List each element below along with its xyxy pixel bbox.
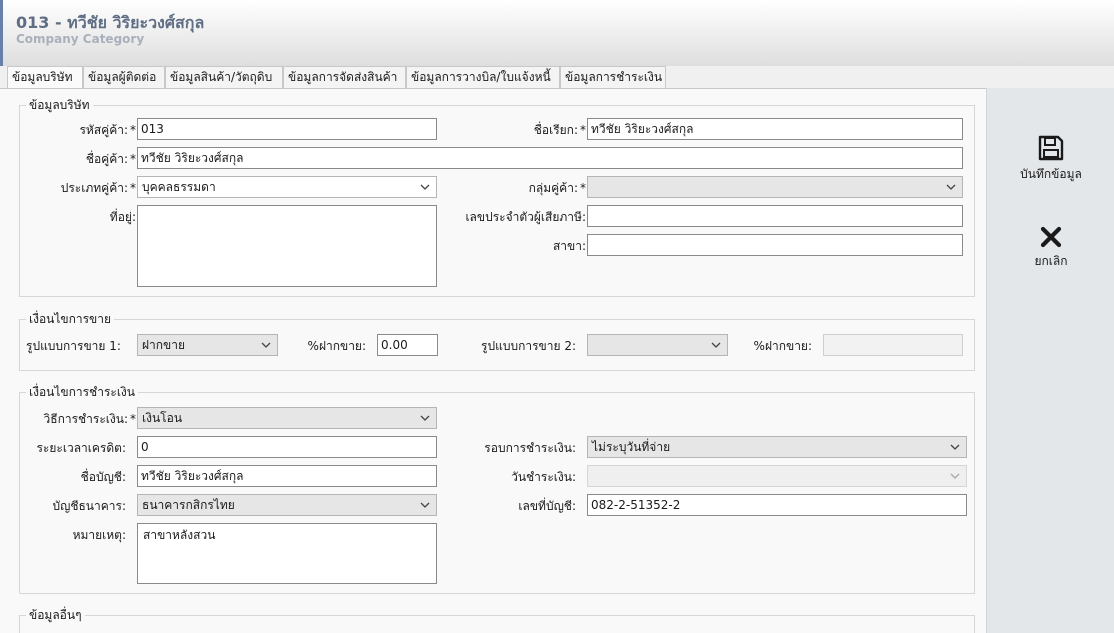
customer-name-input[interactable]: ทวีชัย วิริยะวงศ์สกุล: [137, 147, 963, 169]
customer-type-select[interactable]: บุคคลธรรมดา: [137, 176, 437, 198]
sale-type2-label: รูปแบบการขาย 2:: [481, 339, 576, 353]
cancel-button[interactable]: ยกเลิก: [987, 225, 1114, 271]
customer-type-value: บุคคลธรรมดา: [142, 180, 216, 194]
customer-code-label: รหัสคู่ค้า: *: [79, 123, 136, 137]
page-header: 013 - ทวีชัย วิริยะวงศ์สกุล Company Cate…: [0, 0, 1114, 66]
credit-term-input[interactable]: 0: [137, 436, 437, 458]
save-label: บันทึกข้อมูล: [1020, 167, 1082, 181]
tab-shipping[interactable]: ข้อมูลการจัดส่งสินค้า: [283, 66, 406, 88]
payment-conditions-group: เงื่อนไขการชำระเงิน วิธีการชำระเงิน: * เง…: [19, 385, 975, 594]
branch-label: สาขา:: [552, 239, 586, 253]
tab-company-info[interactable]: ข้อมูลบริษัท: [7, 66, 83, 89]
customer-code-input[interactable]: 013: [137, 118, 437, 140]
short-name-input[interactable]: ทวีชัย วิริยะวงศ์สกุล: [587, 118, 963, 140]
tab-contacts[interactable]: ข้อมูลผู้ติดต่อ: [83, 66, 165, 88]
customer-name-label: ชื่อคู่ค้า: *: [85, 152, 136, 166]
customer-group-select[interactable]: [587, 176, 963, 198]
note-label: หมายเหตุ:: [72, 528, 126, 542]
chevron-down-icon: [950, 473, 960, 479]
payment-cycle-label: รอบการชำระเงิน:: [484, 441, 576, 455]
sale-type1-value: ฝากขาย: [142, 338, 186, 352]
save-icon: [1038, 135, 1064, 161]
branch-input[interactable]: [587, 234, 963, 256]
chevron-down-icon: [711, 342, 721, 348]
chevron-down-icon: [420, 415, 430, 421]
chevron-down-icon: [261, 342, 271, 348]
address-textarea[interactable]: [137, 205, 437, 287]
note-textarea[interactable]: สาขาหลังสวน: [137, 523, 437, 584]
cancel-label: ยกเลิก: [1034, 254, 1068, 268]
payment-conditions-legend: เงื่อนไขการชำระเงิน: [26, 385, 138, 399]
chevron-down-icon: [420, 184, 430, 190]
payment-method-value: เงินโอน: [142, 411, 183, 425]
bank-value: ธนาคารกสิกรไทย: [142, 498, 235, 512]
tab-products[interactable]: ข้อมูลสินค้า/วัตถุดิบ: [165, 66, 283, 88]
payment-method-label: วิธีการชำระเงิน: *: [43, 412, 137, 426]
bank-label: บัญชีธนาคาร:: [52, 499, 126, 513]
sale-type1-label: รูปแบบการขาย 1:: [26, 339, 121, 353]
chevron-down-icon: [946, 184, 956, 190]
consign-pct1-label: %ฝากขาย:: [307, 339, 366, 353]
other-info-legend: ข้อมูลอื่นๆ: [26, 608, 85, 622]
account-name-input[interactable]: ทวีชัย วิริยะวงศ์สกุล: [137, 465, 437, 487]
chevron-down-icon: [420, 502, 430, 508]
consign-pct2-input[interactable]: [823, 334, 963, 356]
consign-pct1-input[interactable]: 0.00: [377, 334, 438, 356]
save-button[interactable]: บันทึกข้อมูล: [987, 134, 1114, 184]
company-info-legend: ข้อมูลบริษัท: [26, 98, 93, 112]
customer-group-label: กลุ่มคู่ค้า: *: [528, 181, 586, 195]
sale-type1-select[interactable]: ฝากขาย: [137, 334, 278, 356]
close-icon: [1040, 226, 1062, 248]
tab-billing[interactable]: ข้อมูลการวางบิล/ใบแจ้งหนี้: [406, 66, 560, 88]
tax-id-label: เลขประจำตัวผู้เสียภาษี:: [465, 210, 586, 224]
payment-cycle-value: ไม่ระบุวันที่จ่าย: [592, 440, 671, 454]
payment-method-select[interactable]: เงินโอน: [137, 407, 437, 429]
other-info-group: ข้อมูลอื่นๆ: [19, 608, 975, 633]
action-sidebar: บันทึกข้อมูล ยกเลิก: [986, 88, 1114, 633]
form-area: ข้อมูลบริษัท รหัสคู่ค้า: * 013 ชื่อเรียก:…: [0, 88, 986, 633]
credit-term-label: ระยะเวลาเครดิต:: [36, 441, 126, 455]
account-no-label: เลขที่บัญชี:: [518, 499, 576, 513]
chevron-down-icon: [950, 444, 960, 450]
customer-type-label: ประเภทคู่ค้า: *: [60, 181, 136, 195]
company-info-group: ข้อมูลบริษัท รหัสคู่ค้า: * 013 ชื่อเรียก:…: [19, 98, 975, 297]
sales-conditions-group: เงื่อนไขการขาย รูปแบบการขาย 1: ฝากขาย %ฝ…: [19, 312, 975, 371]
consign-pct2-label: %ฝากขาย:: [753, 339, 812, 353]
payment-day-select[interactable]: [587, 465, 967, 487]
page-subtitle: Company Category: [16, 32, 145, 46]
account-no-input[interactable]: 082-2-51352-2: [587, 494, 967, 516]
address-label: ที่อยู่:: [109, 210, 136, 224]
tax-id-input[interactable]: [587, 205, 963, 227]
short-name-label: ชื่อเรียก: *: [533, 123, 586, 137]
payment-day-label: วันชำระเงิน:: [511, 470, 576, 484]
tab-bar: ข้อมูลบริษัท ข้อมูลผู้ติดต่อ ข้อมูลสินค้…: [0, 66, 1114, 89]
account-name-label: ชื่อบัญชี:: [80, 470, 126, 484]
tab-payment[interactable]: ข้อมูลการชำระเงิน: [560, 66, 666, 88]
payment-cycle-select[interactable]: ไม่ระบุวันที่จ่าย: [587, 436, 967, 458]
sales-conditions-legend: เงื่อนไขการขาย: [26, 312, 115, 326]
bank-select[interactable]: ธนาคารกสิกรไทย: [137, 494, 437, 516]
sale-type2-select[interactable]: [587, 334, 728, 356]
